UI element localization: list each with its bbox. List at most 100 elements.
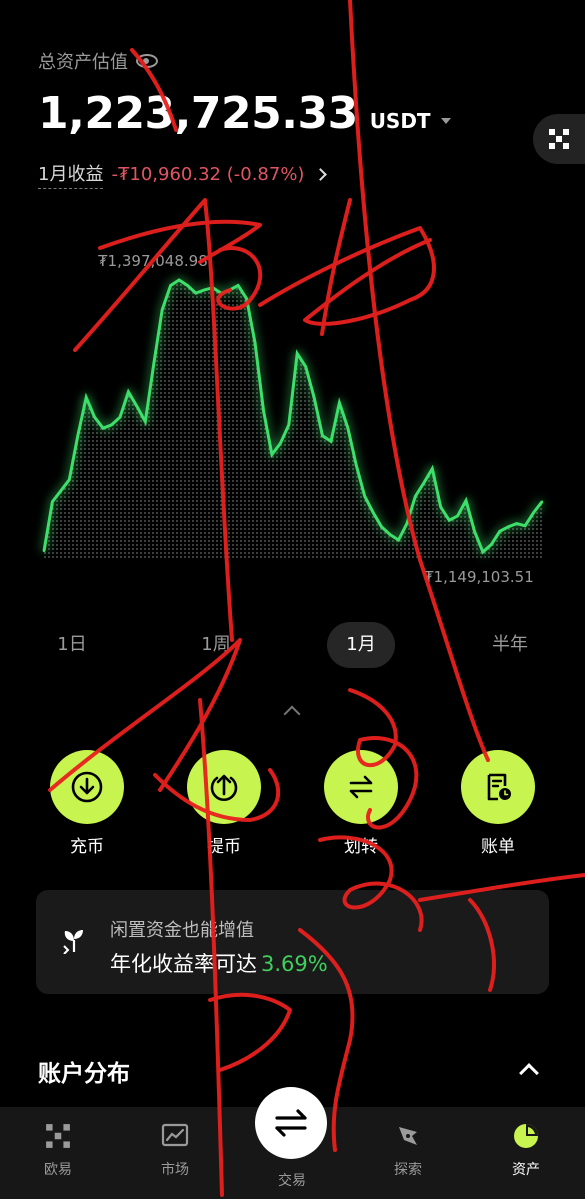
market-chart-icon (161, 1123, 189, 1147)
chart-point-59 (540, 500, 544, 503)
total-assets-text: 总资产估值 (38, 52, 128, 73)
chart-point-50 (464, 499, 468, 502)
chart-point-39 (372, 511, 375, 514)
chart-point-2 (59, 489, 63, 492)
chart-point-9 (118, 416, 122, 419)
period-1d[interactable]: 1日 (40, 622, 104, 668)
eye-icon[interactable] (136, 54, 158, 68)
chart-point-56 (515, 522, 518, 525)
chart-point-16 (177, 278, 181, 282)
chart-point-35 (338, 401, 341, 405)
balance-chart[interactable] (0, 240, 585, 570)
sprout-icon (63, 930, 83, 954)
chart-point-13 (152, 363, 155, 366)
chart-point-54 (498, 530, 501, 533)
chart-point-7 (101, 427, 105, 430)
period-1m[interactable]: 1月 (327, 622, 395, 668)
withdraw-button[interactable]: 提币 (184, 750, 264, 857)
period-selector: 1日 1周 1月 半年 (0, 622, 585, 668)
chart-point-12 (144, 420, 147, 423)
chart-point-52 (481, 550, 485, 554)
chart-point-42 (397, 538, 400, 542)
period-1w[interactable]: 1周 (184, 622, 248, 668)
chart-point-28 (279, 442, 282, 445)
tab-market[interactable]: 市场 (135, 1121, 215, 1179)
chart-point-43 (405, 522, 409, 525)
bill-label: 账单 (481, 837, 515, 857)
bill-icon (487, 773, 511, 801)
tab-assets[interactable]: 资产 (486, 1121, 566, 1179)
chart-point-36 (346, 427, 350, 430)
chart-point-44 (414, 495, 417, 498)
promo-subline-text: 年化收益率可达 (110, 952, 257, 976)
okx-side-button[interactable] (533, 114, 585, 164)
chart-point-37 (355, 464, 358, 467)
tab-market-label: 市场 (161, 1162, 189, 1178)
chart-point-55 (507, 525, 510, 529)
currency-label: USDT (369, 109, 431, 133)
tab-explore-label: 探索 (394, 1162, 422, 1178)
chart-point-26 (262, 409, 265, 412)
total-balance: 1,223,725.33 (38, 88, 358, 139)
transfer-button[interactable]: 划转 (321, 750, 401, 857)
promo-rate: 3.69% (261, 952, 328, 976)
trade-button[interactable] (255, 1087, 327, 1159)
earn-promo-card[interactable]: 闲置资金也能增值 年化收益率可达 3.69% (36, 890, 549, 994)
transfer-circle (324, 750, 398, 824)
currency-selector[interactable]: USDT (370, 109, 451, 133)
promo-subline: 年化收益率可达 3.69% (110, 948, 328, 978)
pnl-value: -₮10,960.32 (-0.87%) (111, 164, 305, 185)
pnl-row[interactable]: 1月收益 -₮10,960.32 (-0.87%) (38, 160, 328, 189)
chart-point-6 (93, 416, 96, 419)
tab-assets-label: 资产 (512, 1162, 540, 1178)
chart-point-17 (186, 284, 189, 287)
chart-point-40 (380, 525, 383, 529)
deposit-label: 充币 (70, 837, 104, 857)
deposit-button[interactable]: 充币 (47, 750, 127, 857)
bill-circle (461, 750, 535, 824)
chart-point-14 (161, 308, 164, 311)
chart-point-53 (490, 543, 493, 546)
total-assets-label: 总资产估值 (38, 48, 158, 74)
chart-point-27 (270, 453, 274, 456)
chart-point-33 (321, 434, 324, 437)
chart-point-10 (127, 390, 130, 394)
trade-arrows-icon (275, 1109, 307, 1137)
chart-point-11 (135, 405, 138, 408)
chart-point-57 (523, 524, 527, 527)
balance-row: 1,223,725.33 USDT (38, 88, 451, 139)
chart-point-29 (287, 423, 290, 427)
chart-point-30 (296, 352, 299, 355)
chart-point-25 (253, 341, 257, 344)
chart-point-51 (473, 530, 476, 533)
chart-point-18 (194, 292, 198, 295)
chart-low-label: ₮1,149,103.51 (424, 568, 534, 586)
collapse-chart-icon[interactable] (283, 705, 301, 723)
chart-point-45 (422, 481, 425, 485)
chart-point-46 (431, 467, 434, 470)
bill-button[interactable]: 账单 (458, 750, 538, 857)
chart-point-41 (388, 533, 392, 536)
withdraw-circle (187, 750, 261, 824)
promo-headline: 闲置资金也能增值 (110, 920, 254, 941)
transfer-label: 划转 (344, 837, 378, 857)
chart-point-20 (211, 286, 214, 289)
chart-point-19 (203, 288, 206, 292)
tab-explore[interactable]: 探索 (368, 1121, 448, 1179)
chart-point-24 (245, 297, 248, 300)
chart-point-32 (312, 396, 316, 399)
chart-point-34 (329, 440, 333, 443)
explore-compass-icon (399, 1127, 417, 1145)
caret-down-icon (440, 118, 451, 124)
chart-point-5 (85, 396, 88, 399)
chart-point-22 (228, 288, 231, 292)
period-half-year[interactable]: 半年 (478, 622, 542, 668)
chart-point-4 (76, 434, 80, 437)
chevron-up-icon[interactable] (519, 1063, 539, 1083)
tab-okx[interactable]: 欧易 (18, 1121, 98, 1179)
chevron-right-icon (314, 168, 328, 181)
deposit-icon (71, 771, 103, 803)
deposit-circle (50, 750, 124, 824)
transfer-icon (349, 775, 373, 799)
pnl-period-label: 1月收益 (38, 160, 104, 189)
